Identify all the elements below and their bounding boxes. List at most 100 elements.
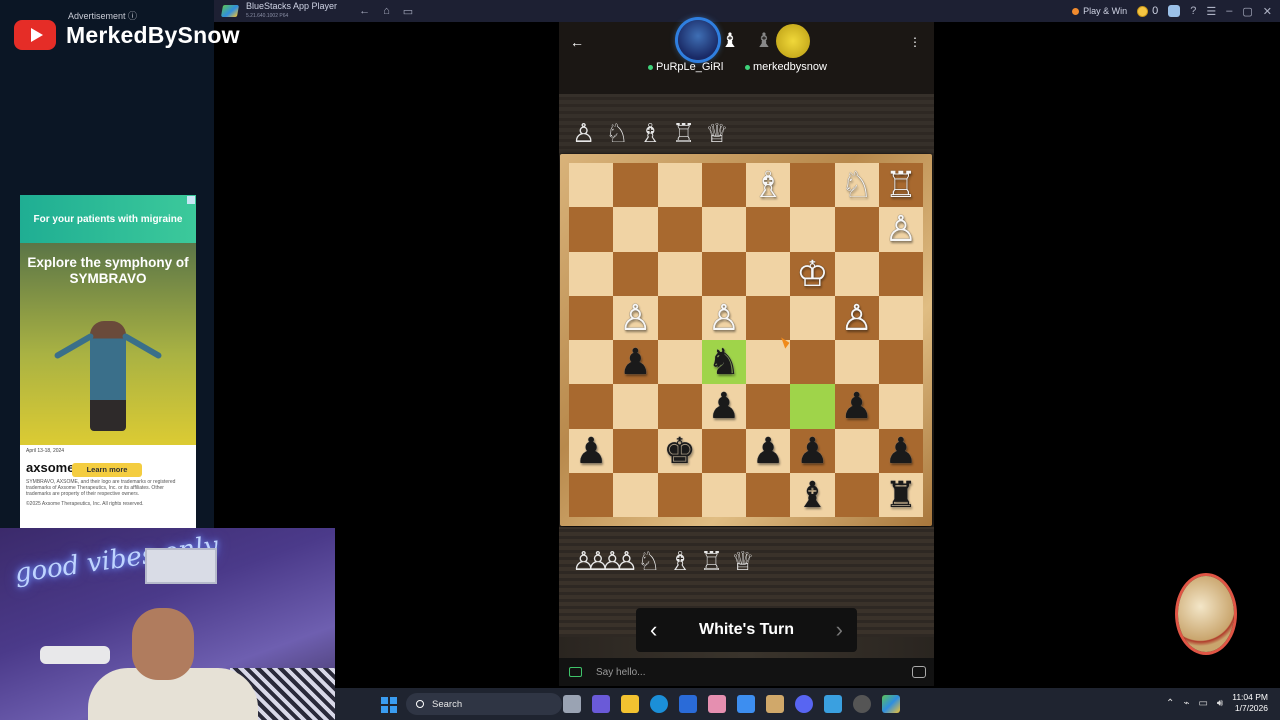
bluestacks-taskbar-icon[interactable] bbox=[882, 695, 900, 713]
board-square[interactable] bbox=[569, 207, 614, 252]
board-square[interactable] bbox=[878, 251, 923, 296]
board-square[interactable] bbox=[834, 207, 879, 252]
teams-icon[interactable] bbox=[592, 695, 610, 713]
black-piece-icon[interactable]: ♟ bbox=[575, 432, 607, 469]
board-square[interactable] bbox=[878, 295, 923, 340]
chat-bar[interactable]: Say hello... bbox=[559, 658, 934, 686]
discord-icon[interactable] bbox=[795, 695, 813, 713]
board-square[interactable]: ♟ bbox=[613, 340, 658, 385]
board-square[interactable] bbox=[834, 428, 879, 473]
clock[interactable]: 11:04 PM 1/7/2026 bbox=[1232, 692, 1268, 714]
back-arrow-icon[interactable]: ← bbox=[359, 5, 370, 18]
emoji-icon[interactable] bbox=[912, 666, 926, 678]
board-square[interactable]: ♝ bbox=[790, 472, 835, 517]
board-square[interactable] bbox=[701, 428, 746, 473]
board-square[interactable] bbox=[834, 340, 879, 385]
help-icon[interactable]: ? bbox=[1190, 5, 1196, 17]
board-square[interactable]: ♗ bbox=[746, 163, 791, 208]
copilot-icon[interactable] bbox=[737, 695, 755, 713]
board-square[interactable] bbox=[569, 295, 614, 340]
menu-icon[interactable]: ☰ bbox=[1206, 5, 1216, 18]
board-square[interactable] bbox=[701, 207, 746, 252]
app-icon[interactable] bbox=[708, 695, 726, 713]
board-square[interactable]: ♖ bbox=[878, 163, 923, 208]
board-square[interactable] bbox=[657, 340, 702, 385]
display-icon[interactable]: ▭ bbox=[1198, 698, 1207, 709]
board-square[interactable] bbox=[878, 384, 923, 429]
black-piece-icon[interactable]: ♟ bbox=[796, 432, 828, 469]
home-icon[interactable]: ⌂ bbox=[383, 5, 390, 18]
task-view-icon[interactable] bbox=[563, 695, 581, 713]
board-square[interactable]: ♟ bbox=[878, 428, 923, 473]
board-square[interactable] bbox=[613, 163, 658, 208]
black-piece-icon[interactable]: ♟ bbox=[840, 388, 872, 424]
minimize-icon[interactable]: – bbox=[1226, 5, 1232, 17]
board-square[interactable] bbox=[701, 472, 746, 517]
store-icon[interactable] bbox=[679, 695, 697, 713]
white-piece-icon[interactable]: ♗ bbox=[752, 167, 784, 203]
board-square[interactable] bbox=[834, 472, 879, 517]
tray-chevron-icon[interactable]: ⌃ bbox=[1166, 698, 1174, 709]
white-piece-icon[interactable]: ♔ bbox=[796, 255, 828, 292]
player-left-avatar[interactable] bbox=[678, 20, 718, 60]
board-square[interactable]: ♚ bbox=[657, 428, 702, 473]
profile-icon[interactable] bbox=[1168, 5, 1181, 17]
board-square[interactable]: ♙ bbox=[834, 295, 879, 340]
adchoices-icon[interactable] bbox=[187, 196, 195, 204]
network-icon[interactable]: ⌁ bbox=[1183, 698, 1189, 709]
board-square[interactable] bbox=[746, 207, 791, 252]
board-square[interactable] bbox=[878, 340, 923, 385]
board-square[interactable] bbox=[746, 384, 791, 429]
more-options-icon[interactable]: ⋮ bbox=[909, 35, 921, 49]
board-square[interactable] bbox=[657, 295, 702, 340]
board-square[interactable] bbox=[701, 251, 746, 296]
board-square[interactable] bbox=[613, 251, 658, 296]
board-square[interactable] bbox=[569, 340, 614, 385]
black-piece-icon[interactable]: ♟ bbox=[619, 344, 651, 380]
board-square[interactable] bbox=[569, 384, 614, 429]
board-square[interactable] bbox=[746, 251, 791, 296]
windows-start-icon[interactable] bbox=[381, 697, 397, 713]
black-piece-icon[interactable]: ♟ bbox=[885, 432, 917, 469]
black-piece-icon[interactable]: ♞ bbox=[708, 344, 740, 380]
chess-board[interactable]: ♗ ♘ ♖ ♙ ♔ ♙ ♙ ♙ ♟ ♞ ♟ ♟ ♟ ♚ ♟ ♟ ♟ ♝ ♜ bbox=[569, 163, 923, 517]
black-piece-icon[interactable]: ♚ bbox=[663, 432, 695, 469]
next-move-icon[interactable]: › bbox=[836, 617, 843, 643]
board-square[interactable]: ♟ bbox=[746, 428, 791, 473]
black-piece-icon[interactable]: ♜ bbox=[885, 476, 917, 513]
board-square[interactable]: ♟ bbox=[790, 428, 835, 473]
file-explorer-icon[interactable] bbox=[621, 695, 639, 713]
maximize-icon[interactable]: ▢ bbox=[1242, 5, 1252, 18]
white-piece-icon[interactable]: ♙ bbox=[619, 299, 651, 336]
play-win-button[interactable]: Play & Win bbox=[1072, 6, 1127, 16]
board-square[interactable] bbox=[613, 207, 658, 252]
back-arrow-icon[interactable]: ← bbox=[570, 34, 584, 50]
black-piece-icon[interactable]: ♟ bbox=[708, 388, 740, 424]
board-square[interactable] bbox=[657, 163, 702, 208]
white-piece-icon[interactable]: ♙ bbox=[708, 299, 740, 336]
board-square[interactable] bbox=[834, 251, 879, 296]
volume-icon[interactable]: 🔊︎ bbox=[1217, 698, 1223, 709]
board-square[interactable] bbox=[657, 207, 702, 252]
board-square[interactable] bbox=[790, 384, 835, 429]
player-right-avatar[interactable] bbox=[776, 24, 810, 58]
board-square[interactable] bbox=[613, 472, 658, 517]
board-square[interactable] bbox=[746, 472, 791, 517]
board-square[interactable]: ♙ bbox=[701, 295, 746, 340]
board-square[interactable]: ♞ bbox=[701, 340, 746, 385]
board-square[interactable]: ♙ bbox=[878, 207, 923, 252]
board-square[interactable] bbox=[569, 163, 614, 208]
board-square[interactable]: ♟ bbox=[569, 428, 614, 473]
black-piece-icon[interactable]: ♝ bbox=[796, 476, 828, 513]
board-square[interactable] bbox=[790, 340, 835, 385]
advertisement-banner[interactable]: For your patients with migraine Explore … bbox=[20, 195, 196, 529]
board-square[interactable] bbox=[657, 251, 702, 296]
board-square[interactable]: ♟ bbox=[701, 384, 746, 429]
coins-counter[interactable]: 0 bbox=[1137, 5, 1158, 17]
board-square[interactable] bbox=[569, 251, 614, 296]
white-piece-icon[interactable]: ♙ bbox=[885, 211, 917, 247]
multi-instance-icon[interactable]: ▭ bbox=[403, 5, 413, 18]
white-piece-icon[interactable]: ♖ bbox=[885, 167, 917, 203]
level-badge[interactable] bbox=[1178, 576, 1234, 652]
board-square[interactable]: ♜ bbox=[878, 472, 923, 517]
